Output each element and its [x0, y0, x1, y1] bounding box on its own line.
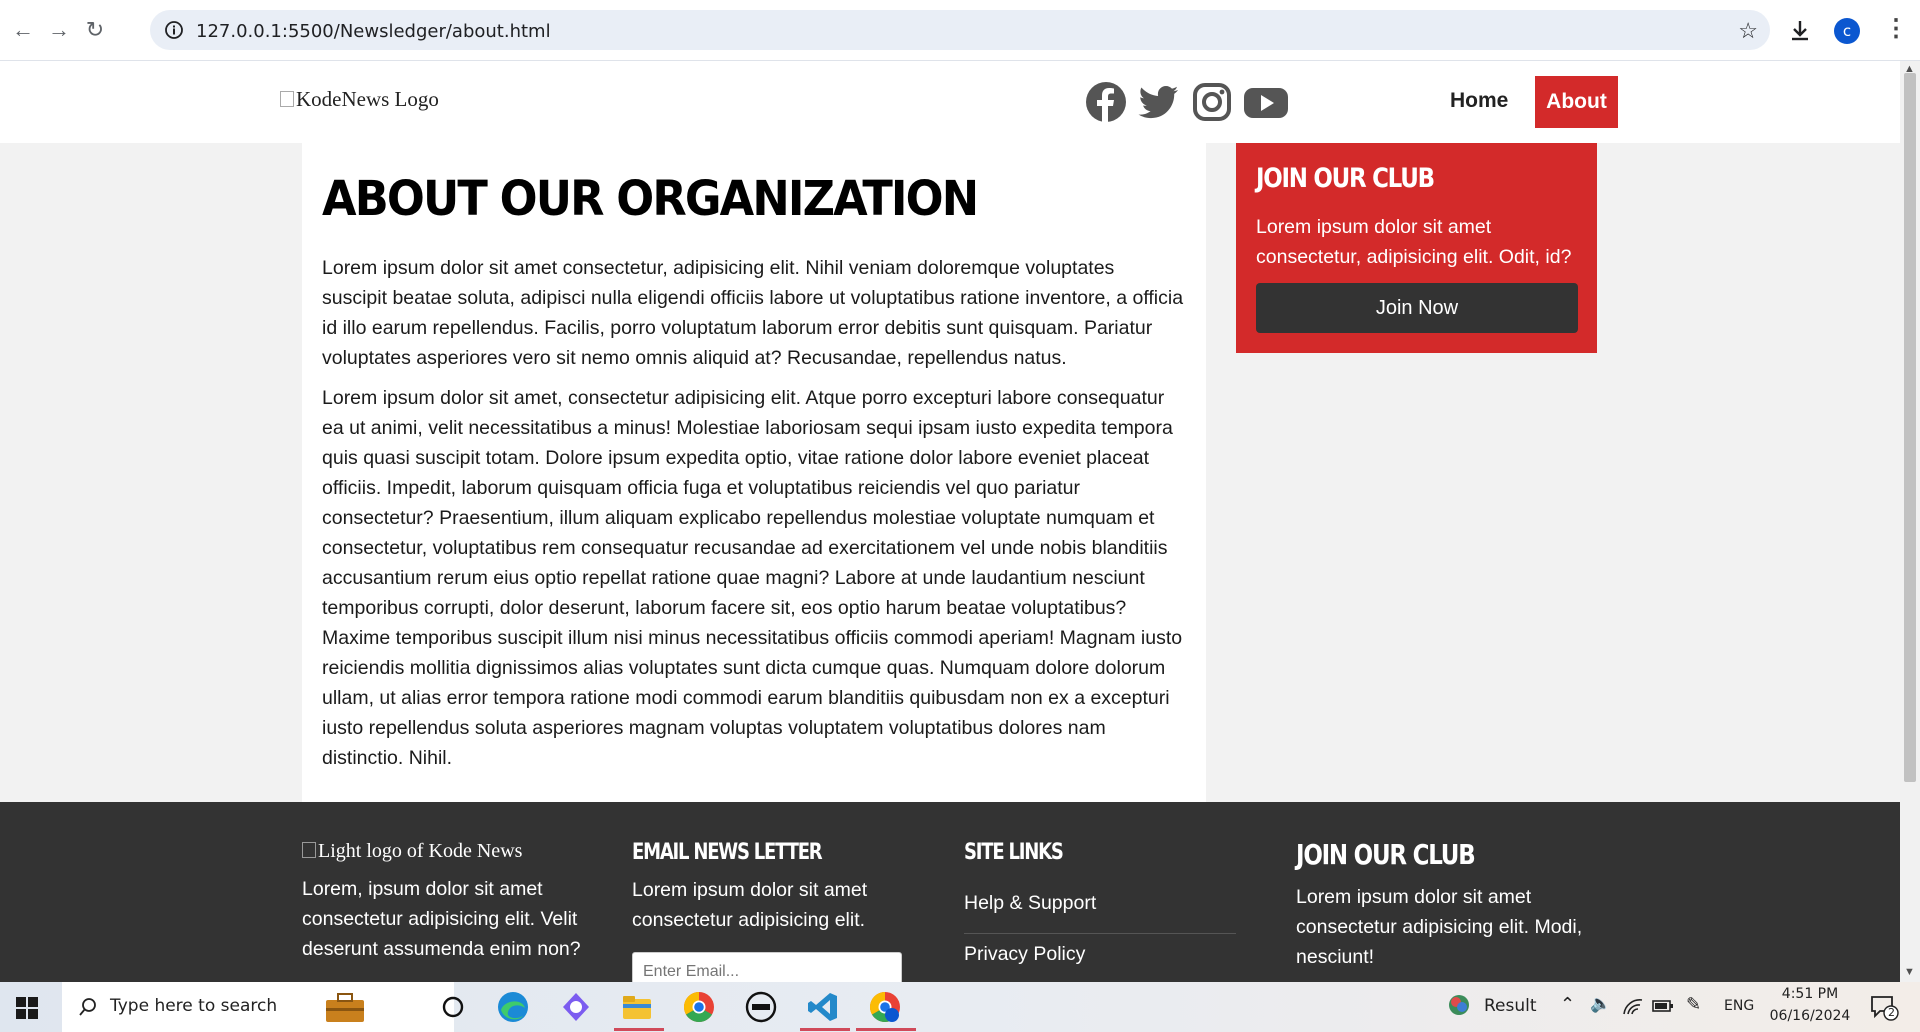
notification-count: 2 [1888, 1006, 1895, 1019]
newsletter-title: EMAIL NEWS LETTER [632, 840, 823, 865]
clock-date[interactable]: 06/16/2024 [1766, 1008, 1854, 1024]
reload-icon[interactable]: ↻ [82, 17, 108, 43]
task-view-icon[interactable] [436, 990, 470, 1024]
club-text: Lorem ipsum dolor sit amet consectetur, … [1256, 216, 1572, 268]
footer-link-help[interactable]: Help & Support [964, 892, 1236, 915]
article-paragraph: Lorem ipsum dolor sit amet, consectetur … [322, 387, 1183, 769]
active-indicator [856, 1028, 916, 1031]
windows-start-icon[interactable] [16, 997, 38, 1019]
taskbar: Type here to search Result ⌃ 🔈 ✎ ENG 4:5… [0, 982, 1920, 1032]
notification-center-icon[interactable] [1870, 994, 1900, 1022]
site-header: KodeNews Logo Home About [0, 61, 1900, 143]
page-title: ABOUT OUR ORGANIZATION [322, 171, 979, 227]
instagram-icon[interactable] [1191, 81, 1233, 123]
battery-icon[interactable] [1652, 998, 1674, 1014]
active-indicator [614, 1028, 664, 1031]
article-paragraph: Lorem ipsum dolor sit amet consectetur, … [322, 257, 1184, 369]
site-footer: Light logo of Kode News Lorem, ipsum dol… [0, 802, 1900, 982]
newsletter-text: Lorem ipsum dolor sit amet consectetur a… [632, 879, 868, 931]
site-links-title: SITE LINKS [964, 840, 1064, 865]
tray-overflow-chevron-icon[interactable]: ⌃ [1560, 994, 1575, 1015]
twitter-icon[interactable] [1138, 81, 1180, 123]
dell-icon[interactable] [744, 990, 778, 1024]
footer-link-divider [964, 933, 1236, 934]
join-now-button[interactable]: Join Now [1256, 283, 1578, 333]
taskbar-search-box[interactable]: Type here to search [62, 982, 454, 1032]
footer-link-privacy[interactable]: Privacy Policy [964, 943, 1236, 966]
join-club-box: JOIN OUR CLUB Lorem ipsum dolor sit amet… [1236, 143, 1597, 353]
footer-club-title: JOIN OUR CLUB [1296, 838, 1476, 871]
page-scrollbar[interactable]: ▲ ▼ [1900, 61, 1920, 982]
footer-logo[interactable]: Light logo of Kode News [302, 840, 522, 863]
edge-icon[interactable] [496, 990, 530, 1024]
chrome-profile-icon[interactable] [868, 990, 902, 1024]
email-field[interactable] [632, 952, 902, 982]
site-info-icon[interactable] [164, 20, 184, 40]
url-text[interactable]: 127.0.0.1:5500/Newsledger/about.html [196, 21, 551, 42]
browser-menu-icon[interactable]: ⋮ [1884, 14, 1908, 43]
scroll-down-icon[interactable]: ▼ [1904, 966, 1915, 978]
copilot-icon[interactable] [559, 990, 593, 1024]
article-section: ABOUT OUR ORGANIZATION Lorem ipsum dolor… [302, 143, 1206, 802]
site-logo[interactable]: KodeNews Logo [280, 87, 439, 112]
facebook-icon[interactable] [1085, 81, 1127, 123]
active-indicator [800, 1028, 850, 1031]
club-title: JOIN OUR CLUB [1256, 163, 1435, 194]
file-explorer-icon[interactable] [620, 990, 654, 1024]
pen-icon[interactable]: ✎ [1686, 994, 1701, 1015]
page-viewport: KodeNews Logo Home About ABOUT OUR ORGAN… [0, 61, 1900, 982]
search-placeholder[interactable]: Type here to search [110, 996, 277, 1016]
back-icon[interactable]: ← [10, 17, 36, 43]
forward-icon[interactable]: → [46, 17, 72, 43]
scroll-thumb[interactable] [1904, 73, 1916, 782]
volume-icon[interactable]: 🔈 [1590, 994, 1611, 1014]
bookmark-star-icon[interactable]: ☆ [1738, 18, 1758, 44]
tray-result-label[interactable]: Result [1484, 996, 1537, 1016]
address-bar[interactable]: 127.0.0.1:5500/Newsledger/about.html ☆ [150, 10, 1770, 50]
wifi-icon[interactable] [1622, 996, 1644, 1016]
weather-result-icon[interactable] [1446, 992, 1472, 1018]
footer-club-text: Lorem ipsum dolor sit amet consectetur a… [1296, 886, 1583, 968]
browser-toolbar: ← → ↻ 127.0.0.1:5500/Newsledger/about.ht… [0, 0, 1920, 61]
footer-about-text: Lorem, ipsum dolor sit amet consectetur … [302, 878, 581, 960]
vscode-icon[interactable] [806, 990, 840, 1024]
briefcase-icon[interactable] [324, 992, 366, 1024]
search-icon [79, 998, 96, 1016]
nav-home-link[interactable]: Home [1450, 89, 1508, 113]
language-indicator[interactable]: ENG [1724, 998, 1754, 1014]
clock-time[interactable]: 4:51 PM [1770, 986, 1850, 1002]
chrome-icon[interactable] [682, 990, 716, 1024]
download-icon[interactable] [1786, 17, 1814, 45]
nav-about-link[interactable]: About [1535, 76, 1618, 128]
profile-avatar[interactable]: c [1834, 18, 1860, 44]
youtube-icon[interactable] [1243, 81, 1289, 123]
